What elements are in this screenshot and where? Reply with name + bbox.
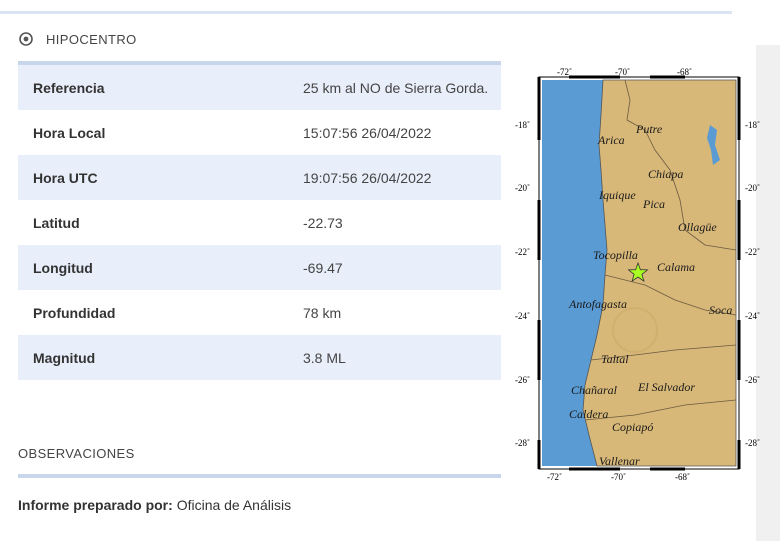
lat-tick: -26˚ — [745, 375, 760, 385]
row-value: 25 km al NO de Sierra Gorda. — [303, 65, 501, 110]
report-label: Informe preparado por: — [18, 497, 173, 513]
row-label: Hora Local — [33, 124, 106, 141]
lat-tick: -28˚ — [515, 438, 530, 448]
row-value: 3.8 ML — [303, 335, 501, 380]
report-value: Oficina de Análisis — [176, 497, 292, 513]
table-row: Hora UTC 19:07:56 26/04/2022 — [18, 155, 501, 200]
place-label: El Salvador — [637, 380, 695, 394]
row-value: 78 km — [303, 304, 342, 321]
place-label: Arica — [597, 133, 625, 147]
place-label: Ollagüe — [678, 220, 717, 234]
table-row: Magnitud 3.8 ML — [18, 335, 501, 380]
place-label: Chiapa — [648, 167, 683, 181]
lon-tick: -72˚ — [557, 67, 572, 77]
section-title: HIPOCENTRO — [46, 31, 137, 47]
place-label: Pica — [642, 197, 665, 211]
report-line: Informe preparado por: Oficina de Anális… — [18, 497, 291, 513]
lat-tick: -20˚ — [515, 183, 530, 193]
place-label: Caldera — [569, 407, 608, 421]
row-value: 15:07:56 26/04/2022 — [303, 124, 432, 141]
lat-tick: -24˚ — [515, 311, 530, 321]
lon-tick: -70˚ — [611, 472, 626, 482]
target-icon — [19, 32, 33, 46]
lon-tick: -70˚ — [615, 67, 630, 77]
row-label: Referencia — [18, 65, 303, 110]
lat-tick: -18˚ — [515, 120, 530, 130]
place-label: Copiapó — [612, 420, 653, 434]
row-label: Hora UTC — [18, 155, 303, 200]
place-label: Soca — [709, 303, 732, 317]
place-label: Taltal — [601, 352, 629, 366]
top-divider — [0, 11, 732, 14]
lon-tick: -72˚ — [547, 472, 562, 482]
row-label: Profundidad — [33, 304, 116, 321]
row-value: -69.47 — [303, 245, 501, 290]
table-row: Latitud -22.73 — [18, 200, 501, 245]
place-label: Chañaral — [571, 383, 618, 397]
place-label: Tocopilla — [593, 248, 638, 262]
place-label: Vallenar — [599, 454, 640, 468]
observations-title: OBSERVACIONES — [18, 446, 135, 461]
hypocenter-table: Referencia 25 km al NO de Sierra Gorda. … — [18, 65, 501, 380]
lat-tick: -24˚ — [745, 311, 760, 321]
lat-tick: -18˚ — [745, 120, 760, 130]
table-row: Referencia 25 km al NO de Sierra Gorda. — [18, 65, 501, 110]
row-label: Magnitud — [18, 335, 303, 380]
lat-tick: -22˚ — [515, 247, 530, 257]
lat-tick: -22˚ — [745, 247, 760, 257]
lon-tick: -68˚ — [677, 67, 692, 77]
observations-rule — [18, 474, 501, 478]
lon-tick: -68˚ — [675, 472, 690, 482]
place-label: Calama — [657, 260, 695, 274]
row-value: 19:07:56 26/04/2022 — [303, 155, 501, 200]
lat-tick: -26˚ — [515, 375, 530, 385]
section-header: HIPOCENTRO — [18, 29, 137, 49]
table-row: Longitud -69.47 — [18, 245, 501, 290]
table-row: Hora Local 15:07:56 26/04/2022 — [18, 110, 501, 155]
place-label: Antofagasta — [568, 297, 627, 311]
lat-tick: -20˚ — [745, 183, 760, 193]
row-value: -22.73 — [303, 214, 343, 231]
row-label: Longitud — [18, 245, 303, 290]
lat-tick: -28˚ — [745, 438, 760, 448]
place-label: Putre — [635, 122, 663, 136]
place-label: Iquique — [598, 188, 636, 202]
table-row: Profundidad 78 km — [18, 290, 501, 335]
epicenter-map: -72˚ -70˚ -68˚ -72˚ -70˚ -68˚ -18˚ -20˚ … — [515, 67, 760, 482]
row-label: Latitud — [33, 214, 80, 231]
